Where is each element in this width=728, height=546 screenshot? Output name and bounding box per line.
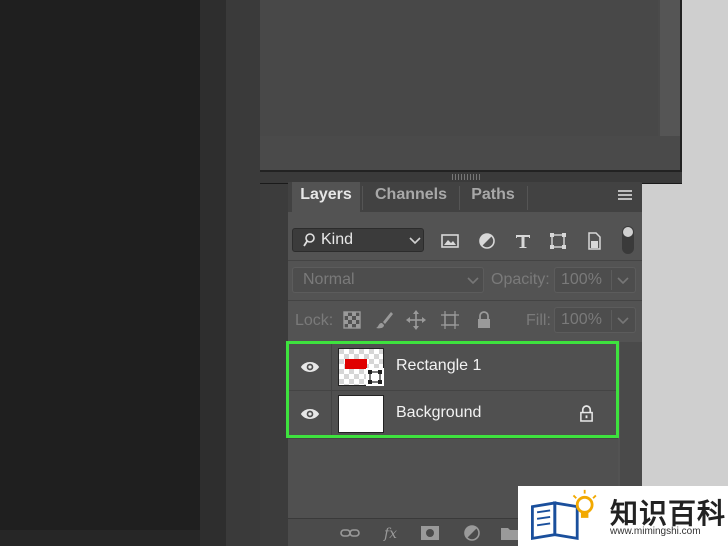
chevron-down-icon: [617, 317, 629, 325]
lock-image-pixels-brush-icon[interactable]: [374, 310, 394, 330]
chevron-down-icon: [617, 277, 629, 285]
tab-separator: [527, 186, 528, 210]
chevron-down-icon: [409, 237, 421, 245]
chevron-down-icon: [467, 277, 479, 285]
lock-label: Lock:: [295, 312, 334, 329]
tab-channels[interactable]: Channels: [364, 182, 458, 212]
panel-tabs: Layers Channels Paths: [288, 182, 642, 212]
lock-all-icon[interactable]: [474, 310, 494, 330]
toolbar-column: [200, 0, 226, 546]
image-filter-icon[interactable]: [439, 230, 461, 252]
link-layers-icon[interactable]: [340, 525, 360, 541]
blend-mode-value: Normal: [303, 271, 355, 288]
smart-object-filter-icon[interactable]: [583, 230, 605, 252]
tab-layers[interactable]: Layers: [292, 182, 360, 212]
svg-text:fx: fx: [383, 526, 397, 541]
shape-filter-icon[interactable]: [547, 230, 569, 252]
row-divider: [288, 438, 618, 439]
search-icon: [303, 233, 315, 247]
lock-transparent-pixels-icon[interactable]: [342, 310, 362, 330]
divider: [288, 260, 642, 261]
fill-field[interactable]: 100%: [554, 307, 636, 333]
add-mask-icon[interactable]: [420, 525, 440, 541]
panel-menu-icon[interactable]: [618, 190, 632, 200]
filter-toggle-knob: [623, 227, 633, 237]
left-status-strip: [0, 530, 200, 546]
document-canvas[interactable]: [260, 0, 658, 136]
new-adjustment-layer-icon[interactable]: [462, 525, 482, 541]
panel-dock-column: [226, 0, 260, 546]
fill-value: 100%: [561, 311, 602, 328]
type-filter-icon[interactable]: [512, 230, 534, 252]
canvas-vertical-scrollbar[interactable]: [660, 0, 680, 136]
new-group-folder-icon[interactable]: [500, 525, 520, 541]
fill-label: Fill:: [526, 312, 551, 329]
tab-separator: [362, 186, 363, 210]
document-window[interactable]: [260, 0, 682, 172]
filter-kind-select[interactable]: Kind: [292, 228, 424, 252]
filter-kind-label: Kind: [321, 231, 354, 248]
opacity-value: 100%: [561, 271, 602, 288]
divider: [288, 300, 642, 301]
left-dark-area: [0, 0, 200, 546]
watermark-logo: 知识百科 www.mimingshi.com: [518, 486, 728, 546]
layer-effects-fx-icon[interactable]: fx: [382, 525, 402, 541]
tab-paths[interactable]: Paths: [460, 182, 526, 212]
layers-highlight-box: [286, 341, 619, 438]
lock-artboard-icon[interactable]: [440, 310, 460, 330]
book-lightbulb-logo-icon: [531, 489, 597, 541]
blend-mode-select[interactable]: Normal: [292, 267, 484, 293]
watermark-url: www.mimingshi.com: [610, 526, 701, 537]
opacity-label: Opacity:: [491, 271, 550, 288]
field-divider: [611, 310, 612, 330]
lock-position-move-icon[interactable]: [406, 310, 426, 330]
filter-toggle[interactable]: [622, 226, 634, 254]
opacity-field[interactable]: 100%: [554, 267, 636, 293]
field-divider: [611, 270, 612, 290]
adjustment-filter-icon[interactable]: [476, 230, 498, 252]
resize-grip[interactable]: [452, 174, 480, 180]
